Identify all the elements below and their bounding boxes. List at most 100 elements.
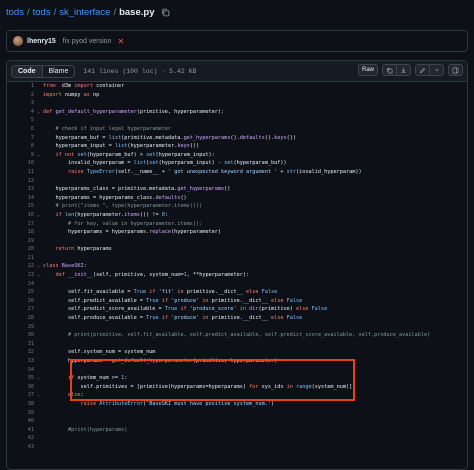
download-icon[interactable]	[397, 65, 410, 75]
line-number[interactable]: 42	[7, 434, 34, 443]
code-line: 38 raise AttributeError('BaseSKI must ha…	[7, 400, 467, 409]
line-number[interactable]: 41	[7, 426, 34, 435]
fold-chevron-icon[interactable]: ⌄	[37, 374, 40, 383]
code-text: else:	[43, 391, 84, 400]
code-token: 'produce'	[171, 297, 200, 304]
code-token: import	[43, 91, 62, 98]
code-text: def __init__(self, primitive, system_num…	[43, 271, 250, 280]
line-number[interactable]: 29	[7, 323, 34, 332]
view-toggle: Code Blame	[11, 64, 76, 78]
line-number[interactable]: 32	[7, 348, 34, 357]
code-token: get_default_hyperparameter	[111, 358, 193, 364]
line-number[interactable]: 13	[7, 185, 34, 194]
code-token: d3m	[55, 83, 75, 89]
line-number[interactable]: 15	[7, 202, 34, 211]
fold-chevron-icon[interactable]: ⌄	[37, 108, 40, 117]
line-number[interactable]: 20	[7, 245, 34, 254]
code-token: list	[133, 160, 147, 167]
line-number[interactable]: 14	[7, 194, 34, 203]
line-number[interactable]: 19	[7, 237, 34, 246]
line-number[interactable]: 3	[7, 99, 34, 108]
line-number[interactable]: 16	[7, 211, 34, 220]
line-number[interactable]: 18	[7, 228, 34, 237]
avatar[interactable]	[13, 36, 23, 46]
fold-chevron-icon[interactable]: ⌄	[37, 262, 40, 271]
code-text: self.predict_score_available = True if '…	[43, 305, 327, 314]
line-number[interactable]: 21	[7, 254, 34, 263]
line-number[interactable]: 17	[7, 220, 34, 229]
code-text: class BaseSKI:	[43, 262, 87, 271]
code-token: ())	[189, 143, 200, 150]
code-token: ())	[286, 134, 297, 141]
code-tab[interactable]: Code	[12, 65, 43, 77]
code-text: raise AttributeError('BaseSKI must have …	[43, 400, 274, 409]
latest-commit-bar: lhenry15 fix pyod version ✕	[6, 30, 468, 52]
line-number[interactable]: 4	[7, 108, 34, 117]
raw-button[interactable]: Raw	[357, 64, 378, 76]
fold-chevron-icon[interactable]: ⌄	[37, 151, 40, 160]
breadcrumb-repo-link[interactable]: tods	[6, 7, 24, 18]
code-line: 27 self.predict_score_available = True i…	[7, 305, 467, 314]
line-number[interactable]: 30	[7, 331, 34, 340]
copy-raw-icon[interactable]	[383, 65, 397, 75]
line-number[interactable]: 40	[7, 417, 34, 426]
line-number[interactable]: 10	[7, 159, 34, 168]
line-number[interactable]: 28	[7, 314, 34, 323]
line-number[interactable]: 25	[7, 288, 34, 297]
breadcrumb-folder-sk-interface-link[interactable]: sk_interface	[59, 7, 110, 18]
line-number[interactable]: 26	[7, 297, 34, 306]
code-token: else	[271, 297, 284, 304]
line-number[interactable]: 7	[7, 134, 34, 143]
code-token: range	[296, 383, 312, 390]
code-token: (hyperparameter.	[74, 211, 125, 218]
line-number[interactable]: 36	[7, 383, 34, 392]
line-number[interactable]: 37	[7, 391, 34, 400]
fold-chevron-icon[interactable]: ⌄	[37, 391, 40, 400]
line-number[interactable]: 31	[7, 340, 34, 349]
line-number[interactable]: 24	[7, 280, 34, 289]
code-line: 24	[7, 280, 467, 289]
code-token: False	[261, 289, 278, 296]
code-token: (primitive)	[258, 306, 297, 313]
line-number[interactable]: 12	[7, 177, 34, 186]
code-token: keys	[177, 143, 190, 150]
code-token: self.produce_available =	[43, 315, 147, 322]
line-number[interactable]: 6	[7, 125, 34, 134]
edit-pencil-icon[interactable]	[416, 65, 430, 75]
line-number[interactable]: 38	[7, 400, 34, 409]
line-number[interactable]: 22	[7, 262, 34, 271]
line-number[interactable]: 35	[7, 374, 34, 383]
code-token: True	[164, 306, 178, 313]
line-number[interactable]: 23	[7, 271, 34, 280]
code-text: if not set(hyperparam_buf) > set(hyperpa…	[43, 151, 215, 160]
copy-path-icon[interactable]	[161, 8, 170, 17]
fold-chevron-icon[interactable]: ⌄	[37, 271, 40, 280]
line-number[interactable]: 27	[7, 305, 34, 314]
line-number[interactable]: 11	[7, 168, 34, 177]
commit-message-link[interactable]: fix pyod version	[63, 38, 112, 45]
blame-tab[interactable]: Blame	[43, 66, 75, 77]
code-line: 30 # print(primitive, self.fit_available…	[7, 331, 467, 340]
line-number[interactable]: 43	[7, 443, 34, 452]
fold-chevron-icon[interactable]: ⌄	[37, 211, 40, 220]
chevron-down-icon[interactable]	[430, 65, 443, 75]
line-number[interactable]: 5	[7, 116, 34, 125]
code-line: 10 invalid_hyperparam = list(set(hyperpa…	[7, 159, 467, 168]
line-number[interactable]: 34	[7, 366, 34, 375]
line-number[interactable]: 9	[7, 151, 34, 160]
line-number[interactable]: 1	[7, 82, 34, 91]
line-number[interactable]: 33	[7, 357, 34, 366]
code-token: False	[311, 306, 328, 313]
breadcrumb-folder-tods-link[interactable]: tods	[33, 7, 51, 18]
symbols-panel-icon[interactable]	[448, 64, 463, 76]
code-token: def	[55, 272, 65, 279]
code-line: 26 self.predict_available = True if 'pro…	[7, 297, 467, 306]
commit-author-link[interactable]: lhenry15	[27, 38, 56, 45]
line-number[interactable]: 39	[7, 409, 34, 418]
line-number[interactable]: 2	[7, 91, 34, 100]
line-number[interactable]: 8	[7, 142, 34, 151]
code-token: hyperparams = hyperparams.	[43, 229, 150, 236]
check-failed-icon[interactable]: ✕	[117, 37, 124, 46]
